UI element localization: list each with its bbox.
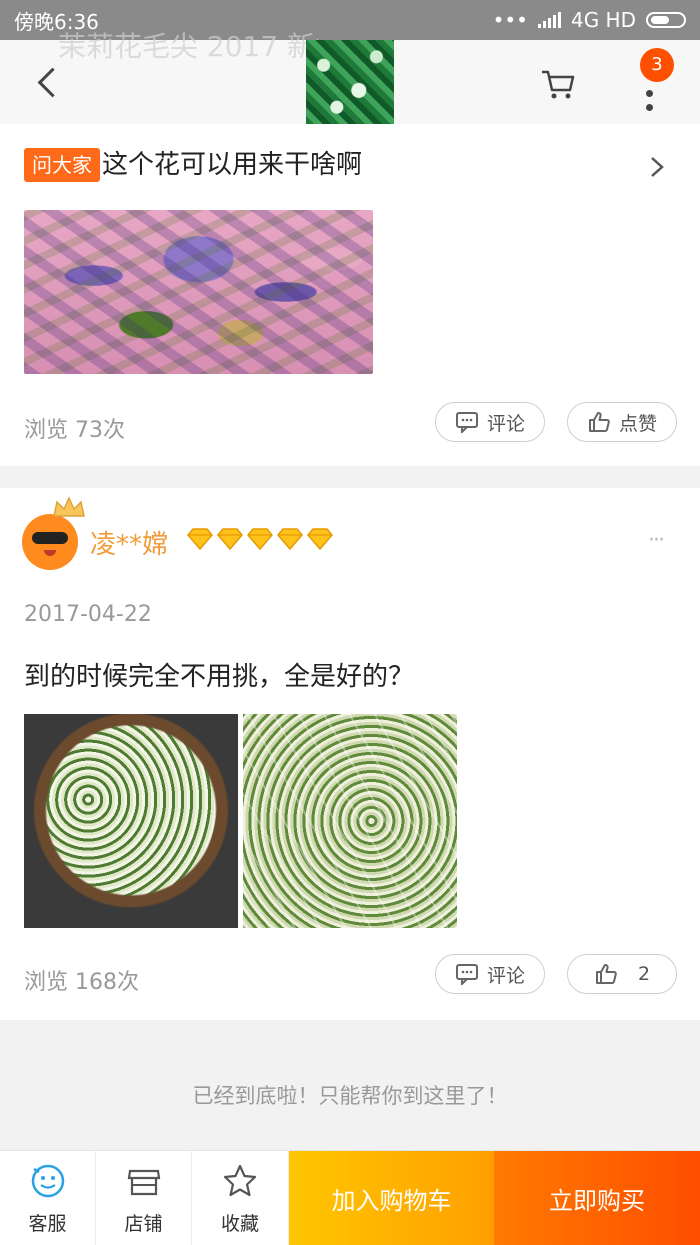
diamond-icon <box>217 528 243 550</box>
post-text: 到的时候完全不用挑，全是好的？ <box>24 662 415 692</box>
network-label: 4G HD <box>570 8 636 32</box>
bottom-action-bar: 客服 店铺 收藏 加入购物车 立即购买 <box>0 1150 700 1245</box>
battery-icon <box>646 12 686 28</box>
like-button[interactable]: 点赞 <box>567 402 677 442</box>
shop-icon <box>127 1169 161 1196</box>
ask-everyone-bar[interactable]: 问大家 这个花可以用来干啥啊 <box>0 124 700 211</box>
status-indicators: ••• 4G HD <box>493 8 686 32</box>
favorite-label: 收藏 <box>220 1213 259 1235</box>
crown-icon <box>53 496 85 517</box>
review-photo[interactable] <box>24 714 238 928</box>
review-card: 凌**嫦 ··· 2017-04-22 到的时候完全不用挑，全是好的？ 浏览 1… <box>0 488 700 1020</box>
like-label: 点赞 <box>618 412 657 435</box>
ask-everyone-tag: 问大家 <box>24 148 100 182</box>
diamond-icon <box>187 528 213 550</box>
view-count: 浏览 73次 <box>24 418 125 443</box>
review-photo-lotus[interactable] <box>24 210 373 374</box>
post-more-button[interactable]: ··· <box>648 528 665 553</box>
nav-bar: 茉莉花毛尖 2017 新鲜 欢喜 农家种植 <box>0 30 700 124</box>
chevron-right-icon <box>651 157 664 177</box>
view-count: 浏览 168次 <box>24 970 139 995</box>
customer-service-label: 客服 <box>28 1213 67 1235</box>
cart-count-badge: 3 <box>640 48 674 82</box>
cart-icon <box>542 70 575 99</box>
shop-button[interactable]: 店铺 <box>96 1151 192 1245</box>
comment-button[interactable]: 评论 <box>435 402 545 442</box>
notification-dots: ••• <box>492 8 528 32</box>
ask-question: 这个花可以用来干啥啊 <box>102 150 363 180</box>
cart-button[interactable] <box>538 64 578 104</box>
user-level-diamonds <box>186 528 334 550</box>
signal-icon <box>537 12 561 28</box>
review-photo[interactable] <box>243 714 457 928</box>
like-count: 2 <box>637 963 651 985</box>
review-card: 浏览 73次 评论 点赞 <box>0 210 700 466</box>
add-to-cart-button[interactable]: 加入购物车 <box>289 1151 494 1245</box>
buy-now-button[interactable]: 立即购买 <box>494 1151 700 1245</box>
shop-label: 店铺 <box>124 1213 163 1235</box>
post-date: 2017-04-22 <box>24 602 152 627</box>
comment-icon <box>455 964 478 985</box>
diamond-icon <box>307 528 333 550</box>
thumbs-up-icon <box>588 412 610 432</box>
diamond-icon <box>247 528 273 550</box>
star-icon <box>223 1164 257 1197</box>
reviewer-name[interactable]: 凌**嫦 <box>90 524 168 561</box>
comment-icon <box>455 412 478 433</box>
favorite-button[interactable]: 收藏 <box>192 1151 289 1245</box>
back-button[interactable] <box>30 62 70 102</box>
comment-label: 评论 <box>486 412 525 435</box>
comment-label: 评论 <box>486 964 525 987</box>
end-of-list-text: 已经到底啦！只能帮你到这里了！ <box>192 1084 508 1108</box>
product-thumbnail[interactable] <box>306 40 394 124</box>
avatar[interactable] <box>22 514 78 570</box>
like-button[interactable]: 2 <box>567 954 677 994</box>
customer-service-button[interactable]: 客服 <box>0 1151 96 1245</box>
faded-product-title: 茉莉花毛尖 2017 新鲜 欢喜 农家种植 <box>58 30 318 63</box>
customer-service-icon <box>31 1164 65 1198</box>
comment-button[interactable]: 评论 <box>435 954 545 994</box>
diamond-icon <box>277 528 303 550</box>
thumbs-up-icon <box>595 964 617 984</box>
more-dots-icon <box>646 90 653 97</box>
